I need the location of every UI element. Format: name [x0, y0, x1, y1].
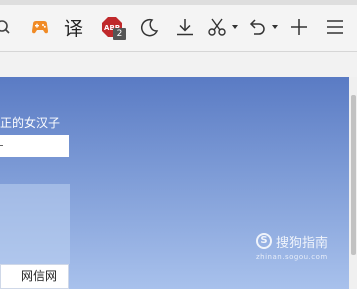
watermark-text: 搜狗指南 [276, 236, 329, 251]
night-mode-icon[interactable] [139, 16, 161, 38]
translucent-panel [0, 184, 70, 264]
menu-icon[interactable] [324, 16, 346, 38]
hero-tagline: 正的女汉子 [0, 116, 61, 130]
screenshot-icon[interactable] [206, 16, 228, 38]
browser-toolbar: 译 ABP 2 [0, 0, 357, 52]
watermark-url: zhinan.sogou.com [256, 253, 328, 261]
download-icon[interactable] [174, 16, 196, 38]
search-icon[interactable] [0, 16, 16, 38]
new-tab-icon[interactable] [288, 16, 310, 38]
input-caret [0, 145, 3, 146]
sogou-logo-icon: S [256, 233, 272, 249]
undo-icon[interactable] [246, 16, 268, 38]
wangxin-button[interactable]: 网信网 [0, 264, 69, 289]
adblock-count-badge: 2 [113, 28, 126, 40]
translate-icon[interactable]: 译 [64, 14, 83, 41]
scrollbar-thumb[interactable] [351, 95, 356, 255]
undo-dropdown-caret[interactable] [272, 25, 278, 29]
page-header-band [0, 52, 357, 77]
screenshot-dropdown-caret[interactable] [232, 25, 238, 29]
adblock-icon[interactable]: ABP 2 [102, 17, 126, 40]
tab-strip-edge [0, 0, 357, 5]
text-input[interactable] [0, 135, 69, 157]
game-controller-icon[interactable] [29, 16, 51, 38]
